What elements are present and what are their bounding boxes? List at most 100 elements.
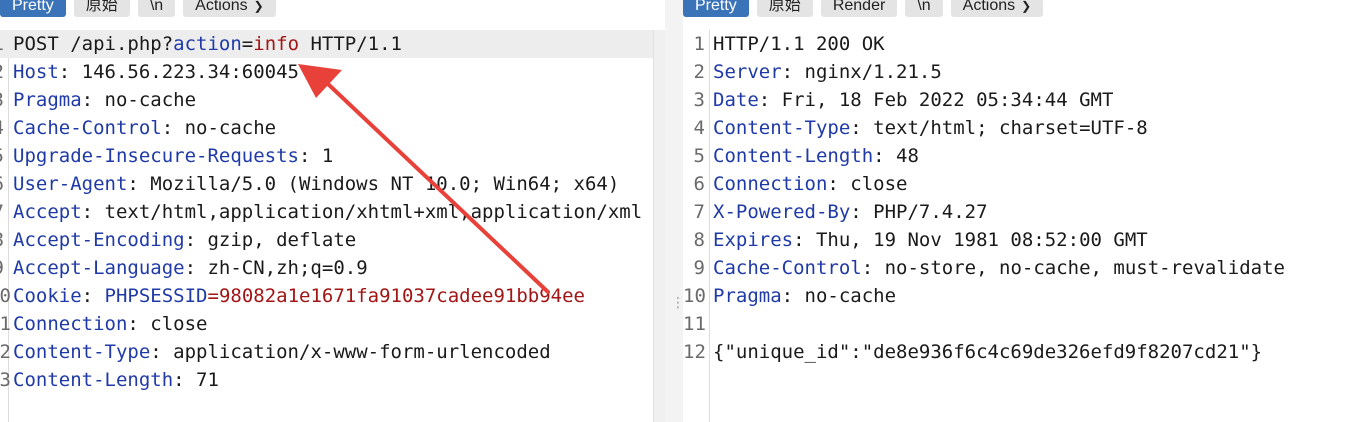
header-row: 7 Accept: text/html,application/xhtml+xm…: [0, 198, 665, 226]
line-number: 9: [693, 257, 705, 279]
header-row: 6 User-Agent: Mozilla/5.0 (Windows NT 10…: [0, 170, 665, 198]
header-value: application/x-www-form-urlencoded: [173, 341, 551, 363]
request-actions-button[interactable]: Actions ❯: [183, 0, 276, 17]
header-row: 8 Expires: Thu, 19 Nov 1981 08:52:00 GMT: [683, 226, 1355, 254]
line-number: 12: [0, 341, 11, 363]
request-line: POST /api.php?action=info HTTP/1.1: [13, 33, 402, 55]
header-name: Content-Length: [713, 145, 874, 167]
header-value: 71: [196, 369, 219, 391]
line-number: 11: [0, 313, 11, 335]
header-name: Content-Type: [13, 341, 151, 363]
cookie-row: 10 Cookie: PHPSESSID=98082a1e1671fa91037…: [0, 282, 665, 310]
line-number: 8: [0, 226, 4, 254]
request-pane: Pretty 原始 \n Actions ❯ 1 POST /api.php?ac…: [0, 0, 665, 422]
header-value: 146.56.223.34:60045: [81, 61, 299, 83]
line-number: 6: [693, 173, 705, 195]
header-name: Connection: [13, 313, 128, 335]
line-number: 13: [0, 369, 11, 391]
header-name: Server: [713, 61, 782, 83]
header-name: Connection: [713, 173, 828, 195]
header-row: 11 Connection: close: [0, 310, 665, 338]
response-body: {"unique_id":"de8e936f6c4c69de326efd9f82…: [713, 341, 1263, 363]
response-tab-render[interactable]: Render: [820, 0, 898, 17]
request-editor[interactable]: 1 POST /api.php?action=info HTTP/1.1 2 H…: [0, 30, 665, 422]
header-row: 9 Cache-Control: no-store, no-cache, mus…: [683, 254, 1355, 282]
header-name: Host: [13, 61, 59, 83]
header-value: no-cache: [104, 89, 197, 111]
header-row: 6 Connection: close: [683, 170, 1355, 198]
header-name: User-Agent: [13, 173, 128, 195]
header-value: nginx/1.21.5: [804, 61, 942, 83]
response-editor[interactable]: 1 HTTP/1.1 200 OK 2 Server: nginx/1.21.5…: [683, 30, 1355, 422]
line-number: 3: [693, 89, 705, 111]
header-value: Thu, 19 Nov 1981 08:52:00 GMT: [815, 229, 1148, 251]
response-toolbar: Pretty 原始 Render \n Actions ❯: [683, 0, 1044, 18]
response-tab-raw[interactable]: 原始: [756, 0, 813, 17]
header-value: 1: [321, 145, 334, 167]
header-row: 2 Host: 146.56.223.34:60045: [0, 58, 665, 86]
header-value: no-store, no-cache, must-revalidate: [884, 257, 1285, 279]
status-line-row: 1 HTTP/1.1 200 OK: [683, 30, 1355, 58]
header-row: 2 Server: nginx/1.21.5: [683, 58, 1355, 86]
header-value: no-cache: [804, 285, 897, 307]
actions-label: Actions: [195, 0, 248, 14]
header-name: Cookie: [13, 285, 82, 307]
request-scrollbar[interactable]: [653, 30, 665, 422]
line-number: 5: [0, 142, 4, 170]
header-row: 9 Accept-Language: zh-CN,zh;q=0.9: [0, 254, 665, 282]
line-number: 1: [0, 30, 4, 58]
header-row: 4 Cache-Control: no-cache: [0, 114, 665, 142]
line-number: 11: [683, 313, 706, 335]
header-value: 48: [896, 145, 919, 167]
header-row: 13 Content-Length: 71: [0, 366, 665, 394]
blank-row: 11: [683, 310, 1355, 338]
line-number: 9: [0, 254, 4, 282]
line-number: 3: [0, 86, 4, 114]
line-number: 4: [693, 117, 705, 139]
header-value: close: [150, 313, 208, 335]
pane-splitter[interactable]: ⋮: [665, 0, 685, 422]
header-row: 5 Upgrade-Insecure-Requests: 1: [0, 142, 665, 170]
header-row: 10 Pragma: no-cache: [683, 282, 1355, 310]
response-tab-newline[interactable]: \n: [905, 0, 943, 17]
request-tab-newline[interactable]: \n: [137, 0, 176, 17]
header-row: 3 Date: Fri, 18 Feb 2022 05:34:44 GMT: [683, 86, 1355, 114]
line-number: 5: [693, 145, 705, 167]
line-number: 7: [0, 198, 4, 226]
request-tab-pretty[interactable]: Pretty: [0, 0, 66, 17]
response-tab-pretty[interactable]: Pretty: [683, 0, 749, 17]
header-row: 5 Content-Length: 48: [683, 142, 1355, 170]
request-toolbar: Pretty 原始 \n Actions ❯: [0, 0, 276, 18]
header-value: zh-CN,zh;q=0.9: [207, 257, 368, 279]
line-number: 8: [693, 229, 705, 251]
header-row: 3 Pragma: no-cache: [0, 86, 665, 114]
line-number: 10: [0, 285, 11, 307]
header-value: text/html,application/xhtml+xml,applicat…: [104, 201, 643, 223]
header-row: 8 Accept-Encoding: gzip, deflate: [0, 226, 665, 254]
header-value: no-cache: [184, 117, 277, 139]
line-number: 10: [683, 285, 706, 307]
header-name: Cache-Control: [713, 257, 862, 279]
request-line-row: 1 POST /api.php?action=info HTTP/1.1: [0, 30, 665, 58]
header-value: PHP/7.4.27: [873, 201, 988, 223]
header-name: Date: [713, 89, 759, 111]
header-name: Content-Type: [713, 117, 851, 139]
header-name: Accept-Language: [13, 257, 185, 279]
header-name: Pragma: [13, 89, 82, 111]
request-tab-raw[interactable]: 原始: [73, 0, 130, 17]
body-row: 12 {"unique_id":"de8e936f6c4c69de326efd9…: [683, 338, 1355, 366]
header-name: Expires: [713, 229, 794, 251]
response-pane: Pretty 原始 Render \n Actions ❯ 1 HTTP/1.1 …: [683, 0, 1355, 422]
line-number: 2: [0, 58, 4, 86]
status-line: HTTP/1.1 200 OK: [713, 33, 885, 55]
header-name: Cache-Control: [13, 117, 162, 139]
header-name: X-Powered-By: [713, 201, 851, 223]
header-value: Mozilla/5.0 (Windows NT 10.0; Win64; x64…: [150, 173, 620, 195]
header-name: Accept-Encoding: [13, 229, 185, 251]
line-number: 12: [683, 341, 706, 363]
response-actions-button[interactable]: Actions ❯: [950, 0, 1044, 17]
header-name: Accept: [13, 201, 82, 223]
line-number: 7: [693, 201, 705, 223]
header-value: Fri, 18 Feb 2022 05:34:44 GMT: [781, 89, 1114, 111]
line-number: 1: [693, 33, 705, 55]
